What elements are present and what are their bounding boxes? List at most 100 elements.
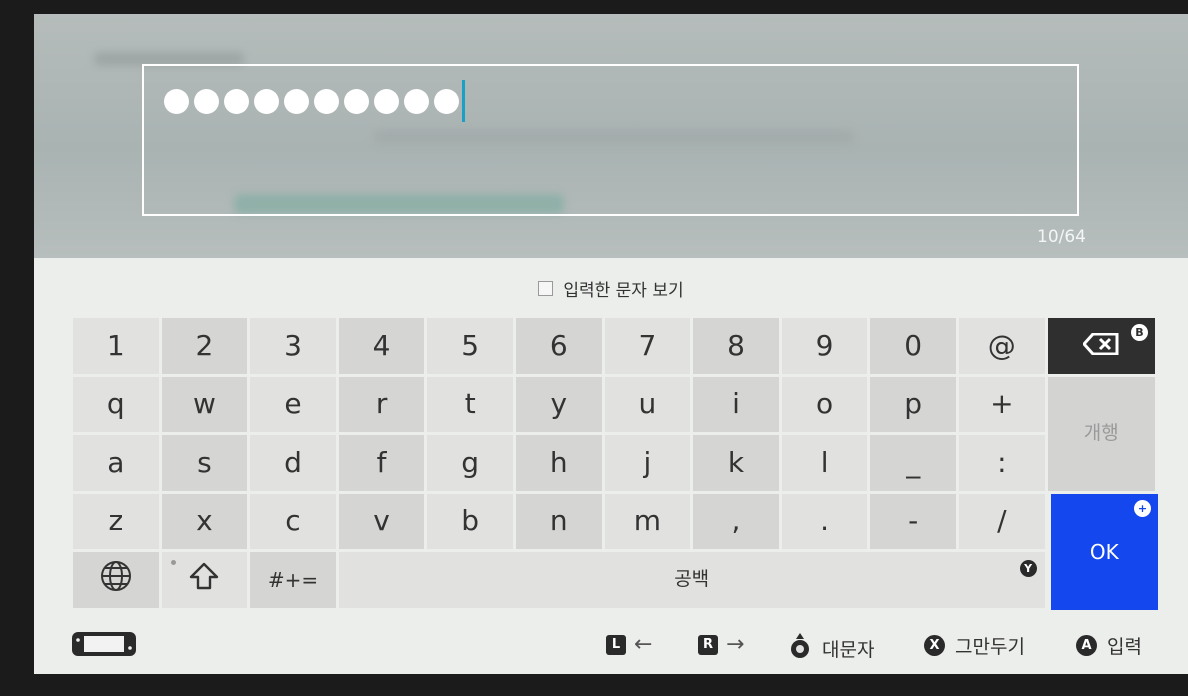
symbols-key[interactable]: #+=	[250, 552, 336, 608]
shift-key[interactable]	[161, 552, 248, 608]
key[interactable]: 7	[604, 318, 691, 374]
key[interactable]: q	[73, 376, 159, 432]
hint-caps: 대문자	[788, 632, 874, 665]
key[interactable]: d	[250, 435, 336, 491]
key-label: y	[550, 387, 568, 421]
key-label: r	[375, 387, 388, 421]
key[interactable]: 2	[161, 318, 248, 374]
key[interactable]: v	[338, 493, 425, 549]
key-label: t	[464, 387, 476, 421]
key[interactable]: +	[959, 376, 1045, 432]
key[interactable]: m	[604, 493, 691, 549]
key[interactable]: f	[338, 435, 425, 491]
symbols-label: #+=	[267, 567, 319, 592]
key-label: +	[990, 387, 1014, 421]
hint-move-right: R →	[698, 632, 744, 657]
password-dot	[404, 88, 429, 114]
l-button-icon: L	[606, 634, 626, 655]
shift-indicator	[170, 560, 176, 565]
key[interactable]: n	[516, 493, 602, 549]
password-dot	[164, 88, 189, 114]
key[interactable]: 8	[693, 318, 779, 374]
key-label: _	[906, 445, 921, 479]
key[interactable]: a	[73, 435, 159, 491]
key[interactable]: t	[427, 376, 513, 432]
key-label: f	[376, 445, 387, 479]
backspace-icon	[1082, 329, 1119, 362]
key[interactable]: y	[516, 376, 602, 432]
switch-console-icon	[71, 630, 137, 658]
show-characters-toggle[interactable]: 입력한 문자 보기	[34, 276, 1188, 301]
key[interactable]: x	[161, 493, 248, 549]
left-stick-icon	[788, 632, 812, 665]
key[interactable]: s	[161, 435, 248, 491]
caps-label: 대문자	[822, 639, 875, 661]
backspace-key[interactable]: B	[1047, 318, 1155, 374]
key[interactable]: /	[959, 493, 1045, 549]
key-label: .	[820, 504, 830, 538]
key[interactable]: 5	[427, 318, 513, 374]
key[interactable]: ,	[693, 493, 779, 549]
key[interactable]: 9	[781, 318, 868, 374]
key[interactable]: g	[427, 435, 513, 491]
password-dot	[344, 88, 369, 114]
key[interactable]: 1	[73, 318, 159, 374]
key[interactable]: z	[73, 493, 159, 549]
arrow-right-icon: →	[726, 632, 745, 657]
key-label: l	[820, 445, 829, 479]
newline-label: 개행	[1083, 422, 1119, 444]
text-cursor	[462, 80, 465, 122]
password-dots	[164, 80, 465, 122]
key-label: 6	[549, 328, 568, 362]
key[interactable]: u	[604, 376, 691, 432]
key[interactable]: i	[693, 376, 779, 432]
password-field[interactable]	[142, 64, 1079, 216]
key[interactable]: -	[870, 493, 956, 549]
key-label: z	[108, 504, 124, 538]
key[interactable]: b	[427, 493, 513, 549]
space-key[interactable]: 공백 Y	[338, 552, 1045, 608]
key[interactable]: 3	[250, 318, 336, 374]
key-label: a	[107, 445, 125, 479]
key[interactable]: o	[781, 376, 868, 432]
key[interactable]: h	[516, 435, 602, 491]
key[interactable]: 4	[338, 318, 425, 374]
key-label: v	[373, 504, 390, 538]
key-label: b	[461, 504, 480, 538]
key[interactable]: k	[693, 435, 779, 491]
ok-button[interactable]: OK +	[1050, 493, 1158, 610]
arrow-left-icon: ←	[634, 632, 653, 657]
shift-arrow-icon	[189, 562, 219, 597]
key[interactable]: l	[781, 435, 868, 491]
hint-enter: A 입력	[1076, 632, 1142, 659]
key[interactable]: p	[870, 376, 956, 432]
key[interactable]: e	[250, 376, 336, 432]
key-label: n	[549, 504, 568, 538]
key[interactable]: 0	[870, 318, 956, 374]
key-label: 3	[284, 328, 302, 362]
key[interactable]: r	[338, 376, 425, 432]
show-characters-checkbox[interactable]	[538, 281, 554, 296]
key-label: s	[197, 445, 212, 479]
language-button[interactable]	[73, 552, 159, 608]
r-button-icon: R	[698, 634, 718, 655]
key[interactable]: .	[781, 493, 868, 549]
key-label: d	[284, 445, 302, 479]
key[interactable]: @	[959, 318, 1045, 374]
text-input-area: 10/64	[34, 14, 1188, 258]
key[interactable]: 6	[516, 318, 602, 374]
key-label: 9	[815, 328, 834, 362]
key-label: h	[549, 445, 568, 479]
newline-key[interactable]: 개행	[1047, 376, 1155, 491]
cancel-label: 그만두기	[955, 636, 1025, 658]
password-dot	[434, 88, 459, 114]
key-label: u	[638, 387, 657, 421]
password-dot	[224, 88, 249, 114]
key[interactable]: :	[959, 435, 1045, 491]
key[interactable]: c	[250, 493, 336, 549]
key[interactable]: j	[604, 435, 691, 491]
hint-cancel: X 그만두기	[924, 632, 1025, 659]
on-screen-keyboard: 1 2 3 4 5 6 7 8 9 0 @ q w e r t y u i o p + a s d f g h j k l _: z x c v b n m…	[73, 318, 1158, 610]
key[interactable]: _	[870, 435, 956, 491]
key[interactable]: w	[161, 376, 248, 432]
